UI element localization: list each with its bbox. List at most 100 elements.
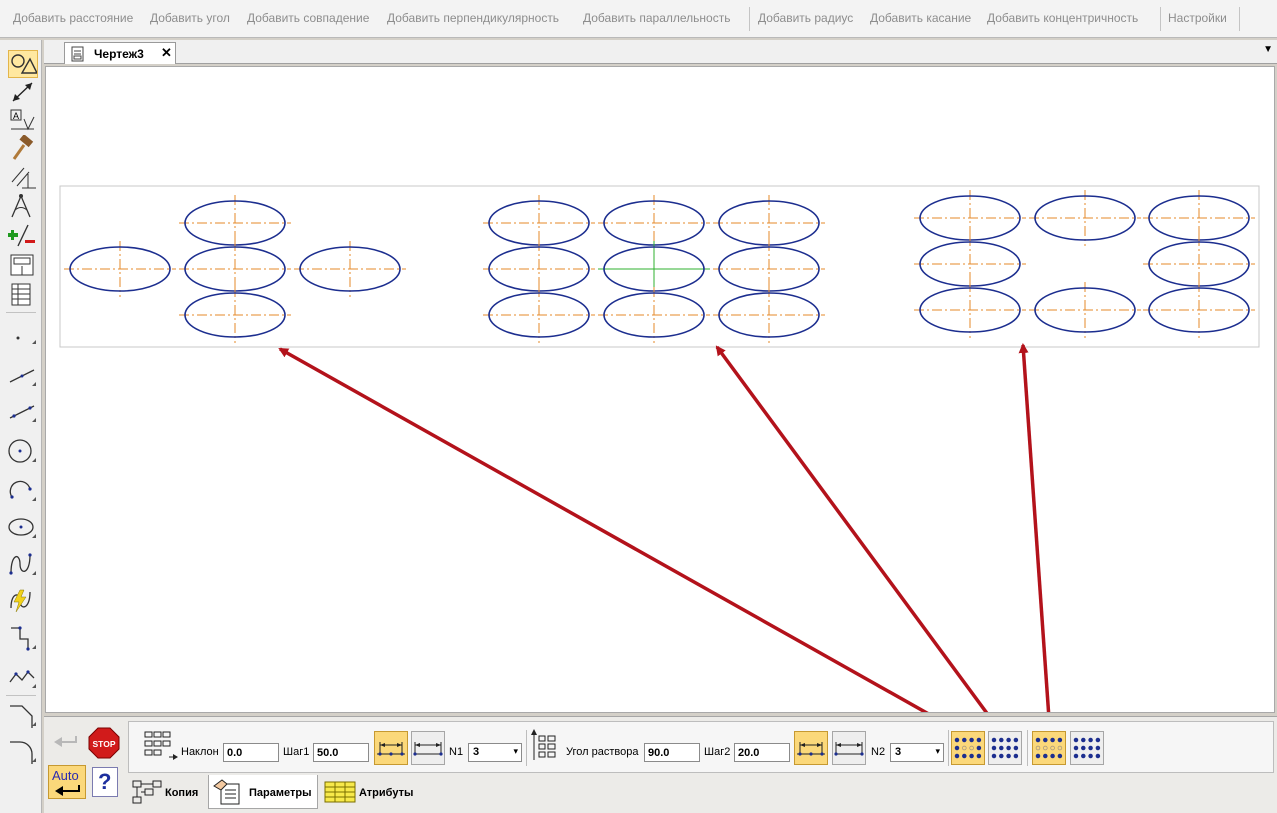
- add-concentricity-button[interactable]: Добавить концентричность: [987, 11, 1138, 25]
- parametrization-icon[interactable]: [8, 164, 38, 192]
- ellipse-instance[interactable]: [483, 287, 595, 343]
- fill-all-button[interactable]: [988, 731, 1022, 765]
- arc-icon[interactable]: [8, 477, 38, 505]
- fill-border-only-button[interactable]: [951, 731, 985, 765]
- drawing-canvas[interactable]: [45, 66, 1275, 713]
- chamfer-icon[interactable]: [8, 702, 38, 730]
- add-distance-button[interactable]: Добавить расстояние: [13, 11, 133, 25]
- select-icon[interactable]: [8, 222, 38, 250]
- tab-drawing[interactable]: Чертеж3 ✕: [64, 42, 176, 64]
- add-radius-button[interactable]: Добавить радиус: [758, 11, 853, 25]
- pattern-dot: [1088, 737, 1093, 743]
- fill-rows-button[interactable]: [1032, 731, 1066, 765]
- add-angle-button[interactable]: Добавить угол: [150, 11, 230, 25]
- tab-parameters[interactable]: Параметры: [208, 775, 318, 809]
- pattern-dot: [954, 753, 960, 759]
- contour-icon[interactable]: [8, 625, 38, 653]
- pattern-dot: [1050, 753, 1055, 759]
- toolbar-separator: [749, 7, 750, 31]
- pattern-dot: [1088, 753, 1093, 759]
- tab-list-chevron-icon[interactable]: ▼: [1263, 44, 1273, 55]
- step2-overall-button[interactable]: [832, 731, 866, 765]
- pattern-dot: [976, 745, 982, 751]
- add-parallelism-button[interactable]: Добавить параллельность: [583, 11, 730, 25]
- pattern-dot: [1057, 737, 1063, 743]
- view-icon[interactable]: [8, 252, 38, 280]
- step2-between-centers-button[interactable]: [794, 731, 828, 765]
- measure-icon[interactable]: [8, 193, 38, 221]
- step-between-centers-button[interactable]: [374, 731, 408, 765]
- pattern-dot: [962, 753, 967, 759]
- fillet-icon[interactable]: [8, 738, 38, 766]
- settings-button[interactable]: Настройки: [1168, 11, 1227, 25]
- n2-select[interactable]: 3 ▾: [890, 743, 944, 762]
- polyline-icon[interactable]: [8, 664, 38, 692]
- svg-text:A: A: [13, 111, 19, 121]
- step2-input[interactable]: [734, 743, 790, 762]
- ellipse-instance[interactable]: [294, 241, 406, 297]
- ellipse-instance[interactable]: [1029, 282, 1141, 338]
- toolbar-separator: [526, 730, 527, 766]
- tab-attributes[interactable]: Атрибуты: [322, 775, 422, 809]
- edit-hammer-icon[interactable]: [8, 135, 38, 163]
- toolbar-separator: [6, 312, 36, 313]
- step-overall-button[interactable]: [411, 731, 445, 765]
- pattern-dot: [1013, 745, 1019, 751]
- pattern-dot: [1081, 737, 1086, 743]
- ellipse-instance[interactable]: [914, 282, 1026, 338]
- tilt-input[interactable]: [223, 743, 279, 762]
- dimensions-icon[interactable]: [8, 79, 38, 107]
- help-button[interactable]: ?: [92, 767, 118, 797]
- ellipse-icon[interactable]: [8, 514, 38, 542]
- spec-icon[interactable]: [8, 281, 38, 309]
- previous-object-arrow-icon[interactable]: [50, 731, 80, 753]
- ellipse-instance[interactable]: [1029, 190, 1141, 246]
- attributes-table-icon: [324, 781, 356, 803]
- opening-angle-label: Угол раствора: [566, 746, 639, 758]
- step1-input[interactable]: [313, 743, 369, 762]
- pattern-dot: [954, 737, 960, 743]
- pattern-dot: [999, 737, 1004, 743]
- parameters-hand-icon: [213, 779, 240, 805]
- pattern-dot: [991, 745, 997, 751]
- ellipse-instance[interactable]: [1143, 282, 1255, 338]
- ellipse-instance[interactable]: [64, 241, 176, 297]
- pattern-dot: [1006, 753, 1011, 759]
- pattern-dot: [1073, 745, 1079, 751]
- hatch-icon[interactable]: [8, 588, 38, 616]
- add-coincidence-button[interactable]: Добавить совпадение: [247, 11, 369, 25]
- geometry-icon[interactable]: [8, 50, 38, 78]
- pattern-dot: [1095, 737, 1101, 743]
- pattern-dot: [1006, 737, 1011, 743]
- constraints-toolbar: Добавить расстояние Добавить угол Добави…: [0, 0, 1277, 38]
- annotation-icon[interactable]: A: [8, 107, 38, 135]
- spline-icon[interactable]: [8, 551, 38, 579]
- point-icon[interactable]: [8, 324, 38, 352]
- pattern-dot: [1013, 753, 1019, 759]
- n1-select[interactable]: 3 ▾: [468, 743, 522, 762]
- help-label: ?: [98, 769, 112, 794]
- ellipse-instance[interactable]: [598, 287, 710, 343]
- add-tangency-button[interactable]: Добавить касание: [870, 11, 971, 25]
- ellipse-instance[interactable]: [713, 287, 825, 343]
- pattern-dot: [1057, 753, 1063, 759]
- opening-angle-input[interactable]: [644, 743, 700, 762]
- n1-value: 3: [473, 746, 480, 758]
- stop-button[interactable]: STOP: [88, 727, 120, 759]
- pattern-dot: [1013, 737, 1019, 743]
- close-icon[interactable]: ✕: [161, 45, 172, 61]
- chevron-down-icon: ▾: [935, 746, 940, 756]
- tab-copy[interactable]: Копия: [128, 775, 206, 809]
- pattern-dot: [1043, 737, 1048, 743]
- segment-icon[interactable]: [8, 362, 38, 390]
- circle-icon[interactable]: [8, 438, 38, 466]
- fill-grid-button[interactable]: [1070, 731, 1104, 765]
- auxiliary-line-icon[interactable]: [8, 398, 38, 426]
- pattern-dot: [969, 737, 974, 743]
- ellipse-array-group: [64, 190, 1255, 343]
- pattern-dot: [976, 753, 982, 759]
- auto-create-button[interactable]: Auto: [48, 765, 86, 799]
- ellipse-instance[interactable]: [179, 287, 291, 343]
- add-perpendicularity-button[interactable]: Добавить перпендикулярность: [387, 11, 559, 25]
- pattern-dot: [1035, 737, 1041, 743]
